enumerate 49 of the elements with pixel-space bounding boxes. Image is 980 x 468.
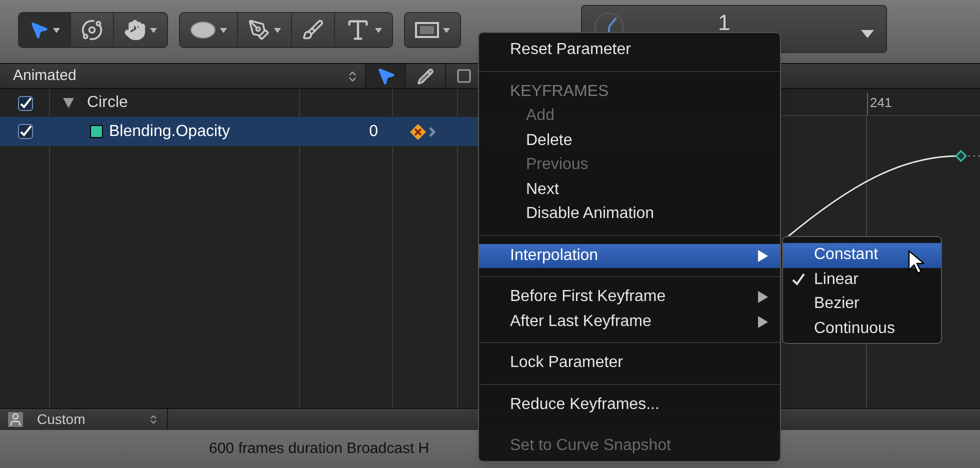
- dropdown-arrow-icon: [861, 30, 874, 38]
- caret-icon: [150, 28, 157, 32]
- ellipse-icon: [190, 21, 216, 39]
- status-text: 600 frames duration Broadcast H: [209, 438, 430, 459]
- menu-item[interactable]: Constant: [783, 243, 941, 268]
- square-icon: [456, 68, 472, 84]
- checkbox[interactable]: [18, 96, 32, 110]
- menu-item[interactable]: Lock Parameter: [479, 351, 780, 376]
- submenu-arrow-icon: [758, 291, 768, 304]
- checkbox[interactable]: [18, 124, 32, 139]
- brush-icon: [302, 19, 324, 41]
- pencil-icon: [417, 68, 434, 84]
- menu-item[interactable]: Bezier: [783, 292, 941, 316]
- menu-item[interactable]: Disable Animation: [479, 202, 780, 226]
- menu-item[interactable]: Before First Keyframe: [479, 285, 780, 310]
- caret-icon: [274, 28, 281, 32]
- menu-item[interactable]: Next: [479, 178, 780, 202]
- frame-icon: [415, 22, 439, 38]
- caret-icon: [53, 28, 60, 32]
- keyframe-point[interactable]: [955, 150, 967, 162]
- menu-item[interactable]: After Last Keyframe: [479, 310, 780, 334]
- orbit-icon: [81, 19, 103, 41]
- timecode-value: 1: [718, 12, 730, 34]
- hand-icon: [124, 19, 146, 41]
- curve-tool-button[interactable]: [365, 64, 405, 88]
- submenu-arrow-icon: [758, 316, 768, 328]
- checkmark-icon: [792, 273, 805, 286]
- caret-icon: [443, 28, 450, 32]
- menu-item[interactable]: Reduce Keyframes...: [479, 392, 780, 417]
- stepper-icon: [148, 414, 159, 425]
- menu-item[interactable]: Interpolation: [479, 244, 780, 268]
- parameter-value: 0: [368, 122, 378, 142]
- caret-icon: [375, 28, 382, 32]
- person-icon: [8, 412, 23, 427]
- tool-button[interactable]: [19, 13, 71, 47]
- menu-section-header: KEYFRAMES: [510, 82, 609, 102]
- dashed-extension-line: [968, 155, 980, 157]
- submenu-arrow-icon: [758, 250, 768, 262]
- row-label: Blending.Opacity: [109, 122, 231, 142]
- pointer-icon: [376, 66, 396, 86]
- menu-item[interactable]: Linear: [783, 268, 941, 292]
- mouse-cursor-icon: [908, 250, 924, 274]
- caret-icon: [220, 28, 227, 32]
- pen-icon: [248, 19, 270, 41]
- ruler-label: 241: [867, 92, 892, 115]
- disclosure-triangle-icon[interactable]: [63, 98, 74, 108]
- menu-item[interactable]: Continuous: [783, 316, 941, 341]
- row-label: Circle: [87, 93, 128, 113]
- pointer-icon: [29, 20, 49, 40]
